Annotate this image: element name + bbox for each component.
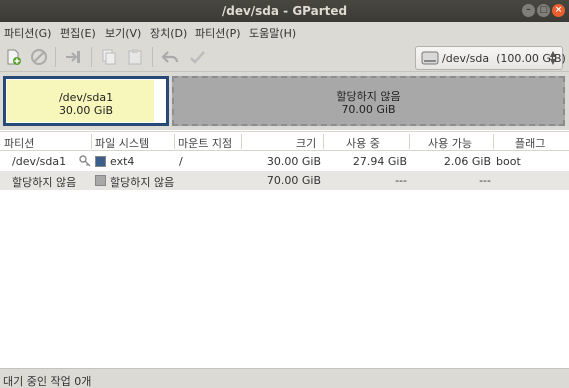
menu-gparted[interactable]: 파티션(G) <box>4 25 51 41</box>
partition-graph-sda1[interactable]: /dev/sda1 30.00 GiB <box>3 76 169 126</box>
apply-icon[interactable] <box>188 48 206 66</box>
cell-filesystem: ext4 <box>110 155 135 168</box>
window-title: /dev/sda - GParted <box>221 4 348 18</box>
toolbar-separator <box>91 47 92 67</box>
menu-partition[interactable]: 파티션(P) <box>195 25 241 41</box>
partition-graph-unallocated[interactable]: 할당하지 않음 70.00 GiB <box>171 75 566 127</box>
status-text: 대기 중인 작업 0개 <box>3 375 92 388</box>
table-header: 파티션 파일 시스템 마운트 지점 크기 사용 중 사용 가능 플래그 <box>0 131 569 151</box>
col-used[interactable]: 사용 중 <box>346 135 380 151</box>
cell-unused: --- <box>479 174 491 187</box>
menu-edit[interactable]: 편집(E) <box>60 25 96 41</box>
new-partition-icon[interactable] <box>4 48 22 66</box>
cell-size: 30.00 GiB <box>266 155 321 168</box>
close-icon[interactable]: × <box>552 4 565 17</box>
col-size[interactable]: 크기 <box>296 135 316 151</box>
col-partition[interactable]: 파티션 <box>4 135 34 151</box>
paste-icon[interactable] <box>126 48 144 66</box>
cell-used: --- <box>395 174 407 187</box>
chevron-updown-icon: ▲ ▼ <box>549 49 556 66</box>
cell-mountpoint: / <box>179 155 183 168</box>
maximize-icon[interactable]: □ <box>537 4 550 17</box>
toolbar-separator <box>152 47 153 67</box>
col-unused[interactable]: 사용 가능 <box>428 135 472 151</box>
undo-icon[interactable] <box>161 48 179 66</box>
partition-name: 할당하지 않음 <box>336 90 401 103</box>
cell-partition: 할당하지 않음 <box>12 176 77 189</box>
delete-icon[interactable] <box>30 48 48 66</box>
partition-size: 70.00 GiB <box>341 103 396 116</box>
partition-graph: /dev/sda1 30.00 GiB 할당하지 않음 70.00 GiB <box>0 72 569 130</box>
col-mountpoint[interactable]: 마운트 지점 <box>178 135 232 151</box>
drive-icon <box>421 51 439 65</box>
partition-name: /dev/sda1 <box>58 91 114 104</box>
title-bar: /dev/sda - GParted – □ × <box>0 0 569 22</box>
status-bar: 대기 중인 작업 0개 <box>0 368 569 388</box>
menu-bar: 파티션(G) 편집(E) 보기(V) 장치(D) 파티션(P) 도움말(H) <box>0 22 569 42</box>
cell-unused: 2.06 GiB <box>443 155 491 168</box>
device-label: /dev/sda (100.00 GiB) <box>442 52 566 65</box>
menu-view[interactable]: 보기(V) <box>105 25 141 41</box>
resize-move-icon[interactable] <box>64 48 82 66</box>
table-row[interactable]: 할당하지 않음 할당하지 않음 70.00 GiB --- --- <box>0 171 569 190</box>
fs-color-swatch <box>95 156 106 167</box>
toolbar-separator <box>55 47 56 67</box>
device-selector[interactable]: /dev/sda (100.00 GiB) ▲ ▼ <box>415 46 566 70</box>
col-filesystem[interactable]: 파일 시스템 <box>95 135 149 151</box>
partition-size: 30.00 GiB <box>58 104 114 117</box>
menu-help[interactable]: 도움말(H) <box>249 25 296 41</box>
col-flags[interactable]: 플래그 <box>515 135 545 151</box>
partition-graph-label: /dev/sda1 30.00 GiB <box>6 91 166 117</box>
cell-size: 70.00 GiB <box>266 174 321 187</box>
table-row[interactable]: /dev/sda1 ext4 / 30.00 GiB 27.94 GiB 2.0… <box>0 152 569 171</box>
key-icon <box>79 155 91 167</box>
partition-graph-label: 할당하지 않음 70.00 GiB <box>174 90 563 116</box>
fs-color-swatch <box>95 175 106 186</box>
cell-partition: /dev/sda1 <box>12 155 67 168</box>
copy-icon[interactable] <box>100 48 118 66</box>
minimize-icon[interactable]: – <box>522 4 535 17</box>
cell-filesystem: 할당하지 않음 <box>110 176 175 189</box>
cell-flags: boot <box>496 155 521 168</box>
cell-used: 27.94 GiB <box>352 155 407 168</box>
menu-device[interactable]: 장치(D) <box>150 25 187 41</box>
